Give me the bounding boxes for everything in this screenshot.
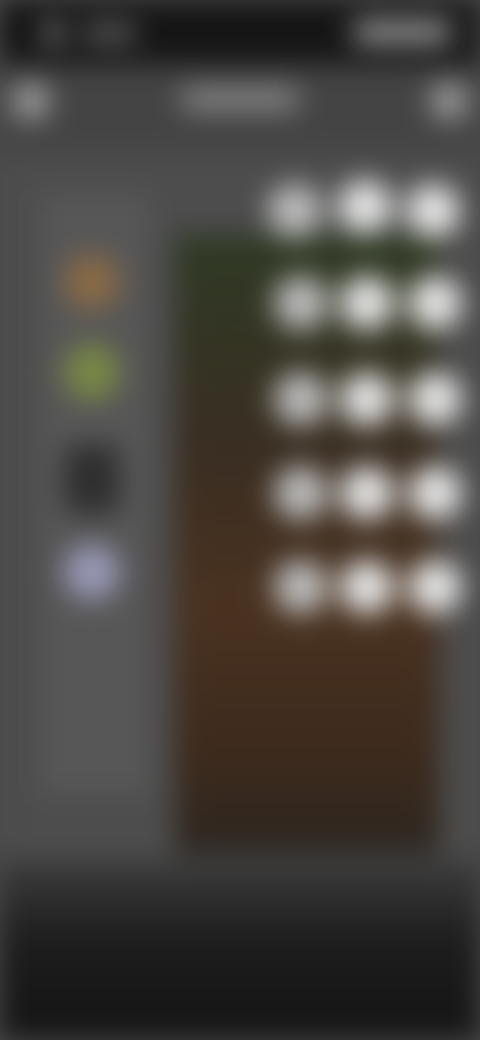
sidebar (40, 194, 150, 794)
status-indicators (352, 22, 452, 42)
swatch-green[interactable] (64, 344, 120, 400)
bottom-area (0, 860, 480, 1040)
screen (0, 0, 480, 1040)
back-icon[interactable] (12, 82, 50, 120)
swatch-orange[interactable] (64, 254, 120, 310)
grid-button[interactable] (408, 372, 462, 426)
grid-button[interactable] (338, 180, 392, 234)
main-content (0, 154, 480, 894)
grid-button[interactable] (274, 560, 328, 614)
blurred-ui (0, 0, 480, 1040)
grid-button[interactable] (274, 466, 328, 520)
grid-button[interactable] (406, 184, 460, 238)
swatch-dark[interactable] (64, 444, 120, 514)
grid-button[interactable] (408, 276, 462, 330)
app-header (0, 64, 480, 154)
notification-icon (44, 24, 62, 42)
grid-button[interactable] (340, 466, 394, 520)
grid-button[interactable] (340, 276, 394, 330)
status-time (82, 26, 138, 40)
grid-button[interactable] (274, 276, 328, 330)
grid-button[interactable] (340, 372, 394, 426)
grid-button[interactable] (408, 466, 462, 520)
grid-button[interactable] (340, 560, 394, 614)
grid-button[interactable] (408, 560, 462, 614)
grid-button[interactable] (274, 372, 328, 426)
swatch-lavender[interactable] (64, 544, 120, 600)
more-icon[interactable] (430, 82, 468, 120)
control-grid (268, 164, 468, 624)
grid-button[interactable] (268, 184, 322, 238)
status-left (30, 18, 140, 46)
status-bar (0, 0, 480, 64)
header-title (180, 88, 300, 110)
